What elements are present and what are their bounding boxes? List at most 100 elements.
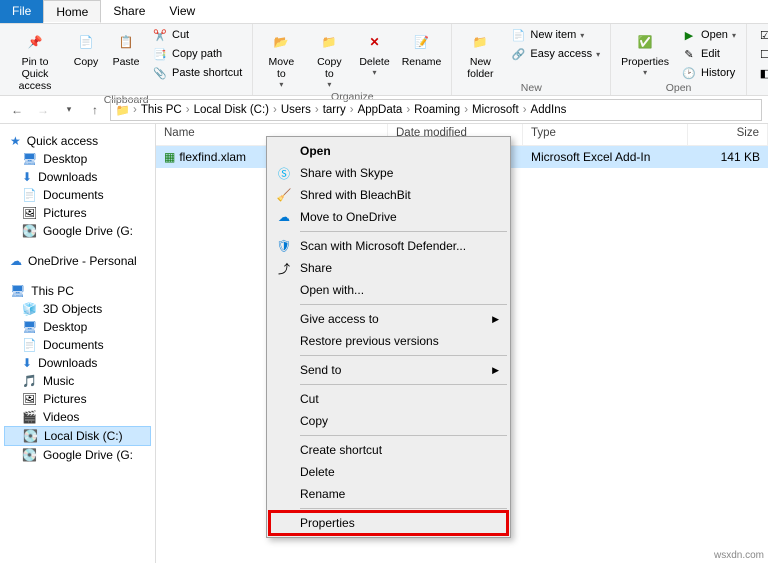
file-type: Microsoft Excel Add-In (523, 148, 688, 166)
properties-button[interactable]: ✅Properties▾ (617, 26, 673, 82)
edit-button[interactable]: ✎Edit (677, 45, 740, 63)
share-tab[interactable]: Share (101, 0, 157, 23)
share-icon: ⤴ (276, 260, 292, 276)
crumb[interactable]: Microsoft (470, 104, 521, 116)
ctx-properties[interactable]: Properties (270, 512, 507, 534)
open-button[interactable]: ▶Open▾ (677, 26, 740, 44)
sidebar-item-gdrive2[interactable]: 💽Google Drive (G: (4, 446, 151, 464)
invert-selection-button[interactable]: ◧Invert selection (753, 64, 768, 82)
copy-to-button[interactable]: 📁Copy to▾ (307, 26, 351, 91)
ctx-cut[interactable]: Cut (270, 388, 507, 410)
ctx-open[interactable]: Open (270, 140, 507, 162)
quick-access-head[interactable]: ★Quick access (4, 132, 151, 150)
ctx-share[interactable]: ⤴Share (270, 257, 507, 279)
forward-button[interactable]: → (32, 99, 54, 121)
sidebar-item-3d[interactable]: 🧊3D Objects (4, 300, 151, 318)
crumb[interactable]: AppData (356, 104, 405, 116)
sidebar-item-desktop[interactable]: 🖥Desktop (4, 150, 151, 168)
ctx-skype[interactable]: ⓈShare with Skype (270, 162, 507, 184)
crumb[interactable]: Local Disk (C:) (192, 104, 271, 116)
easyaccess-icon: 🔗 (510, 46, 526, 62)
sidebar-item-music[interactable]: 🎵Music (4, 372, 151, 390)
copypath-icon: 📑 (152, 46, 168, 62)
selectnone-icon: ☐ (757, 46, 768, 62)
col-size[interactable]: Size (688, 124, 768, 145)
sidebar-item-downloads[interactable]: ⬇Downloads (4, 168, 151, 186)
ctx-shortcut[interactable]: Create shortcut (270, 439, 507, 461)
file-menu[interactable]: File (0, 0, 43, 23)
ribbon: 📌Pin to Quick access 📄Copy 📋Paste ✂️Cut … (0, 24, 768, 96)
select-none-button[interactable]: ☐Select none (753, 45, 768, 63)
star-icon: ★ (10, 134, 21, 148)
paste-shortcut-button[interactable]: 📎Paste shortcut (148, 64, 246, 82)
breadcrumb[interactable]: 📁 › This PC› Local Disk (C:)› Users› tar… (110, 99, 762, 121)
pc-icon: 🖥 (10, 284, 25, 298)
ctx-copy[interactable]: Copy (270, 410, 507, 432)
edit-icon: ✎ (681, 46, 697, 62)
properties-icon: ✅ (631, 28, 659, 56)
file-size: 141 KB (688, 148, 768, 166)
recent-button[interactable]: ▾ (58, 99, 80, 121)
sidebar-item-videos[interactable]: 🎬Videos (4, 408, 151, 426)
sidebar-item-documents2[interactable]: 📄Documents (4, 336, 151, 354)
ctx-scan[interactable]: 🛡Scan with Microsoft Defender... (270, 235, 507, 257)
context-menu: Open ⓈShare with Skype 🧹Shred with Bleac… (266, 136, 511, 538)
col-type[interactable]: Type (523, 124, 688, 145)
crumb[interactable]: Roaming (412, 104, 462, 116)
thispc-head[interactable]: 🖥This PC (4, 282, 151, 300)
pin-quick-access-button[interactable]: 📌Pin to Quick access (6, 26, 64, 94)
paste-icon: 📋 (112, 28, 140, 56)
paste-button[interactable]: 📋Paste (108, 26, 144, 94)
ctx-shred[interactable]: 🧹Shred with BleachBit (270, 184, 507, 206)
sidebar-item-pictures[interactable]: 🖼Pictures (4, 204, 151, 222)
move-to-button[interactable]: 📂Move to▾ (259, 26, 303, 91)
sidebar-item-gdrive[interactable]: 💽Google Drive (G: (4, 222, 151, 240)
copy-path-button[interactable]: 📑Copy path (148, 45, 246, 63)
sidebar-item-documents[interactable]: 📄Documents (4, 186, 151, 204)
sidebar-item-localdisk[interactable]: 💽Local Disk (C:) (4, 426, 151, 446)
ctx-rename[interactable]: Rename (270, 483, 507, 505)
pasteshort-icon: 📎 (152, 65, 168, 81)
up-button[interactable]: ↑ (84, 99, 106, 121)
delete-icon: ✕ (361, 28, 389, 56)
organize-group: 📂Move to▾ 📁Copy to▾ ✕Delete▾ 📝Rename Org… (253, 24, 452, 95)
sidebar-item-pictures2[interactable]: 🖼Pictures (4, 390, 151, 408)
select-all-button[interactable]: ☑Select all (753, 26, 768, 44)
select-group: ☑Select all ☐Select none ◧Invert selecti… (747, 24, 768, 95)
ctx-sendto[interactable]: Send to▶ (270, 359, 507, 381)
pictures-icon: 🖼 (22, 206, 37, 220)
new-label: New (521, 82, 542, 94)
desktop-icon: 🖥 (22, 320, 37, 334)
ctx-onedrive[interactable]: ☁Move to OneDrive (270, 206, 507, 228)
excel-icon: ▦ (164, 150, 175, 164)
cut-button[interactable]: ✂️Cut (148, 26, 246, 44)
easy-access-button[interactable]: 🔗Easy access▾ (506, 45, 604, 63)
shred-icon: 🧹 (276, 187, 292, 203)
ctx-openwith[interactable]: Open with... (270, 279, 507, 301)
moveto-icon: 📂 (267, 28, 295, 56)
sidebar-item-desktop2[interactable]: 🖥Desktop (4, 318, 151, 336)
new-item-button[interactable]: 📄New item▾ (506, 26, 604, 44)
ctx-restore[interactable]: Restore previous versions (270, 330, 507, 352)
ctx-giveaccess[interactable]: Give access to▶ (270, 308, 507, 330)
onedrive-head[interactable]: ☁OneDrive - Personal (4, 252, 151, 270)
cloud-icon: ☁ (10, 254, 22, 268)
crumb[interactable]: This PC (139, 104, 184, 116)
back-button[interactable]: ← (6, 99, 28, 121)
copy-button[interactable]: 📄Copy (68, 26, 104, 94)
delete-button[interactable]: ✕Delete▾ (355, 26, 393, 91)
sidebar-item-downloads2[interactable]: ⬇Downloads (4, 354, 151, 372)
ctx-delete[interactable]: Delete (270, 461, 507, 483)
rename-button[interactable]: 📝Rename (398, 26, 446, 91)
history-icon: 🕑 (681, 65, 697, 81)
history-button[interactable]: 🕑History (677, 64, 740, 82)
view-tab[interactable]: View (157, 0, 207, 23)
crumb[interactable]: AddIns (529, 104, 569, 116)
documents-icon: 📄 (22, 338, 37, 352)
new-folder-button[interactable]: 📁New folder (458, 26, 502, 82)
sidebar: ★Quick access 🖥Desktop ⬇Downloads 📄Docum… (0, 124, 156, 563)
cloud-icon: ☁ (276, 209, 292, 225)
crumb[interactable]: Users (279, 104, 313, 116)
home-tab[interactable]: Home (43, 0, 101, 23)
crumb[interactable]: tarry (321, 104, 348, 116)
